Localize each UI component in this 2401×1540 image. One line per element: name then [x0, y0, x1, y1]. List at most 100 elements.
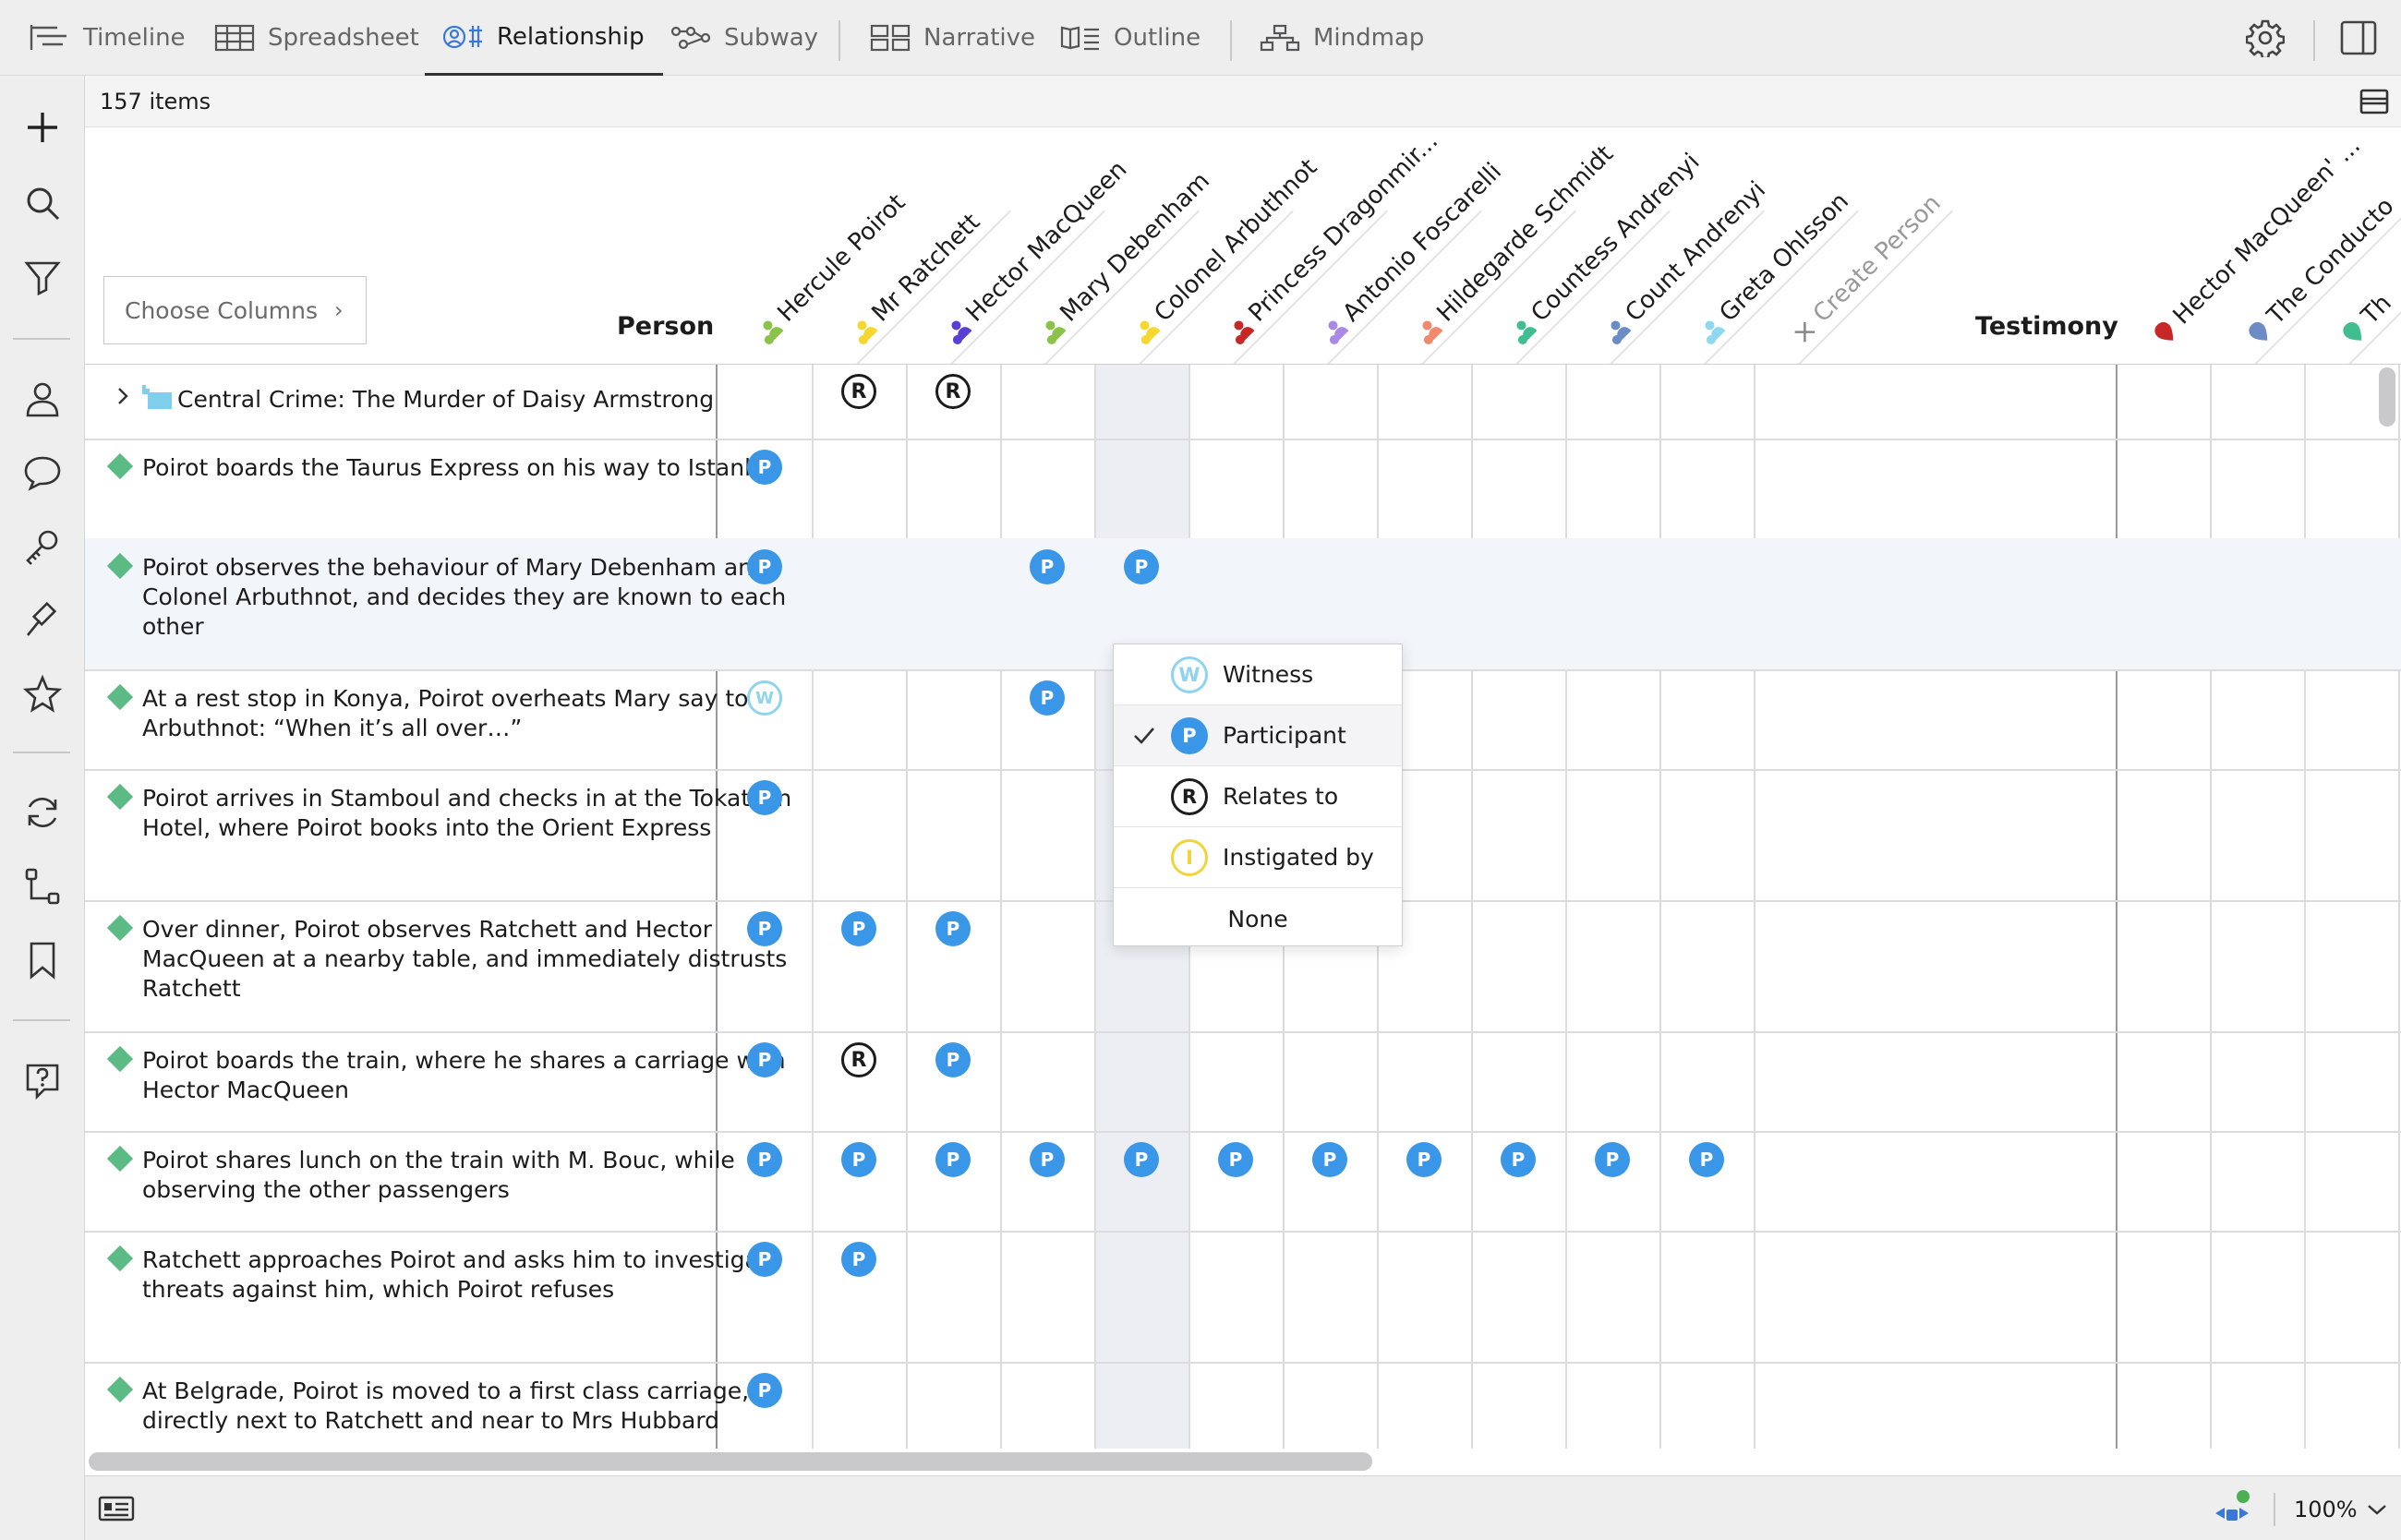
connections-icon[interactable] — [22, 866, 63, 907]
relationship-badge[interactable]: P — [747, 549, 782, 584]
table-row[interactable]: Ratchett approaches Poirot and asks him … — [85, 1231, 2401, 1362]
menu-item-witness[interactable]: W Witness — [1114, 644, 1402, 705]
tab-label: Spreadsheet — [268, 24, 419, 52]
relationship-badge[interactable]: P — [841, 911, 876, 946]
bookmark-icon[interactable] — [22, 940, 63, 981]
relationship-badge[interactable]: P — [1312, 1142, 1347, 1177]
relationship-badge[interactable]: P — [1030, 1142, 1065, 1177]
settings-gear-icon[interactable] — [2246, 18, 2285, 57]
gavel-icon[interactable] — [22, 600, 63, 641]
relationship-badge[interactable]: P — [1689, 1142, 1724, 1177]
group-label-person: Person — [617, 312, 715, 341]
chevron-right-icon[interactable] — [113, 385, 133, 407]
sidebar-divider — [13, 752, 70, 753]
relationship-badge[interactable]: P — [747, 780, 782, 815]
checkmark-icon — [1134, 727, 1154, 744]
tab-spreadsheet[interactable]: Spreadsheet — [214, 0, 419, 76]
event-title[interactable]: At a rest stop in Konya, Poirot overheat… — [142, 684, 798, 743]
tab-mindmap[interactable]: Mindmap — [1260, 0, 1424, 76]
tab-relationship[interactable]: Relationship — [425, 0, 663, 76]
relationship-badge[interactable]: P — [1030, 680, 1065, 716]
event-title[interactable]: Poirot boards the Taurus Express on his … — [142, 453, 798, 483]
relationship-badge[interactable]: P — [1124, 549, 1159, 584]
outline-icon — [1060, 26, 1099, 51]
menu-item-relates-to[interactable]: R Relates to — [1114, 766, 1402, 827]
menu-item-label: Instigated by — [1223, 844, 1374, 871]
testimony-pin-icon — [2154, 321, 2174, 341]
table-row[interactable]: Central Crime: The Murder of Daisy Armst… — [85, 365, 2401, 439]
relationship-badge[interactable]: P — [747, 911, 782, 946]
relationship-badge[interactable]: P — [841, 1242, 876, 1277]
table-row[interactable]: Poirot boards the train, where he shares… — [85, 1031, 2401, 1131]
view-toolbar: Timeline Spreadsheet Relationship Subway… — [0, 0, 2401, 76]
inspector-panel-icon[interactable] — [2339, 18, 2378, 57]
event-title[interactable]: Poirot shares lunch on the train with M.… — [142, 1146, 798, 1205]
choose-columns-button[interactable]: Choose Columns › — [103, 276, 367, 344]
person-icon[interactable] — [22, 379, 63, 419]
help-icon[interactable] — [22, 1060, 63, 1101]
relationship-badge[interactable]: P — [747, 1373, 782, 1408]
event-title[interactable]: Central Crime: The Murder of Daisy Armst… — [177, 385, 833, 415]
search-icon[interactable] — [22, 183, 63, 223]
menu-item-none[interactable]: None — [1114, 888, 1402, 949]
relationship-badge[interactable]: R — [841, 1042, 876, 1077]
relationship-badge[interactable]: P — [841, 1142, 876, 1177]
relationship-badge[interactable]: P — [747, 450, 782, 485]
card-view-icon[interactable] — [98, 1495, 135, 1522]
relationship-badge[interactable]: P — [935, 1142, 971, 1177]
column-header-label: Countess Andrenyi — [1526, 148, 1706, 328]
zoom-select[interactable]: 100% — [2294, 1497, 2387, 1522]
filter-icon[interactable] — [22, 257, 63, 297]
relationship-badge[interactable]: P — [747, 1142, 782, 1177]
subway-icon — [670, 26, 711, 50]
menu-item-participant[interactable]: P Participant — [1114, 705, 1402, 766]
event-title[interactable]: Poirot boards the train, where he shares… — [142, 1046, 798, 1105]
relationship-badge[interactable]: P — [1124, 1142, 1159, 1177]
toolbar-divider — [2313, 20, 2315, 61]
tab-subway[interactable]: Subway — [670, 0, 818, 76]
relationship-badge[interactable]: P — [1595, 1142, 1630, 1177]
relationship-badge[interactable]: P — [1218, 1142, 1253, 1177]
relationship-badge[interactable]: P — [1501, 1142, 1536, 1177]
event-title[interactable]: Poirot observes the behaviour of Mary De… — [142, 553, 798, 642]
event-diamond-icon — [106, 1376, 134, 1403]
event-title[interactable]: At Belgrade, Poirot is moved to a first … — [142, 1377, 798, 1436]
relationship-badge[interactable]: W — [747, 680, 782, 716]
event-title[interactable]: Poirot arrives in Stamboul and checks in… — [142, 784, 798, 843]
cloud-sync-icon[interactable] — [2212, 1489, 2252, 1528]
zoom-level: 100% — [2294, 1497, 2358, 1522]
app-window: Timeline Spreadsheet Relationship Subway… — [0, 0, 2401, 1540]
star-icon[interactable] — [22, 674, 63, 715]
menu-item-instigated-by[interactable]: I Instigated by — [1114, 827, 1402, 888]
tab-narrative[interactable]: Narrative — [870, 0, 1035, 76]
relationship-badge[interactable]: P — [747, 1042, 782, 1077]
sync-arrows-icon[interactable] — [22, 792, 63, 833]
person-color-icon — [1516, 320, 1538, 345]
event-diamond-icon — [106, 914, 134, 942]
relationship-badge[interactable]: R — [841, 374, 876, 409]
relationship-badge[interactable]: P — [935, 911, 971, 946]
horizontal-scrollbar[interactable] — [89, 1452, 1372, 1471]
split-panel-icon[interactable] — [2359, 87, 2390, 116]
person-color-icon — [951, 320, 972, 345]
count-bar: 157 items — [85, 76, 2401, 127]
table-row[interactable]: Poirot boards the Taurus Express on his … — [85, 439, 2401, 538]
relationship-badge[interactable]: P — [747, 1242, 782, 1277]
tab-timeline[interactable]: Timeline — [30, 0, 186, 76]
relationship-badge[interactable]: P — [1406, 1142, 1442, 1177]
relationship-badge[interactable]: P — [935, 1042, 971, 1077]
vertical-scrollbar[interactable] — [2379, 367, 2395, 427]
key-icon[interactable] — [22, 526, 63, 567]
add-icon[interactable] — [22, 107, 63, 148]
table-row[interactable]: At Belgrade, Poirot is moved to a first … — [85, 1362, 2401, 1449]
tab-label: Narrative — [923, 24, 1036, 52]
tab-outline[interactable]: Outline — [1060, 0, 1200, 76]
relationship-badge[interactable]: P — [1030, 549, 1065, 584]
speech-bubble-icon[interactable] — [22, 452, 63, 493]
relationship-icon — [443, 25, 482, 48]
event-title[interactable]: Ratchett approaches Poirot and asks him … — [142, 1245, 798, 1305]
relationship-badge[interactable]: R — [935, 374, 971, 409]
event-title[interactable]: Over dinner, Poirot observes Ratchett an… — [142, 915, 798, 1004]
table-row[interactable]: Poirot shares lunch on the train with M.… — [85, 1131, 2401, 1231]
left-sidebar — [0, 76, 85, 1540]
